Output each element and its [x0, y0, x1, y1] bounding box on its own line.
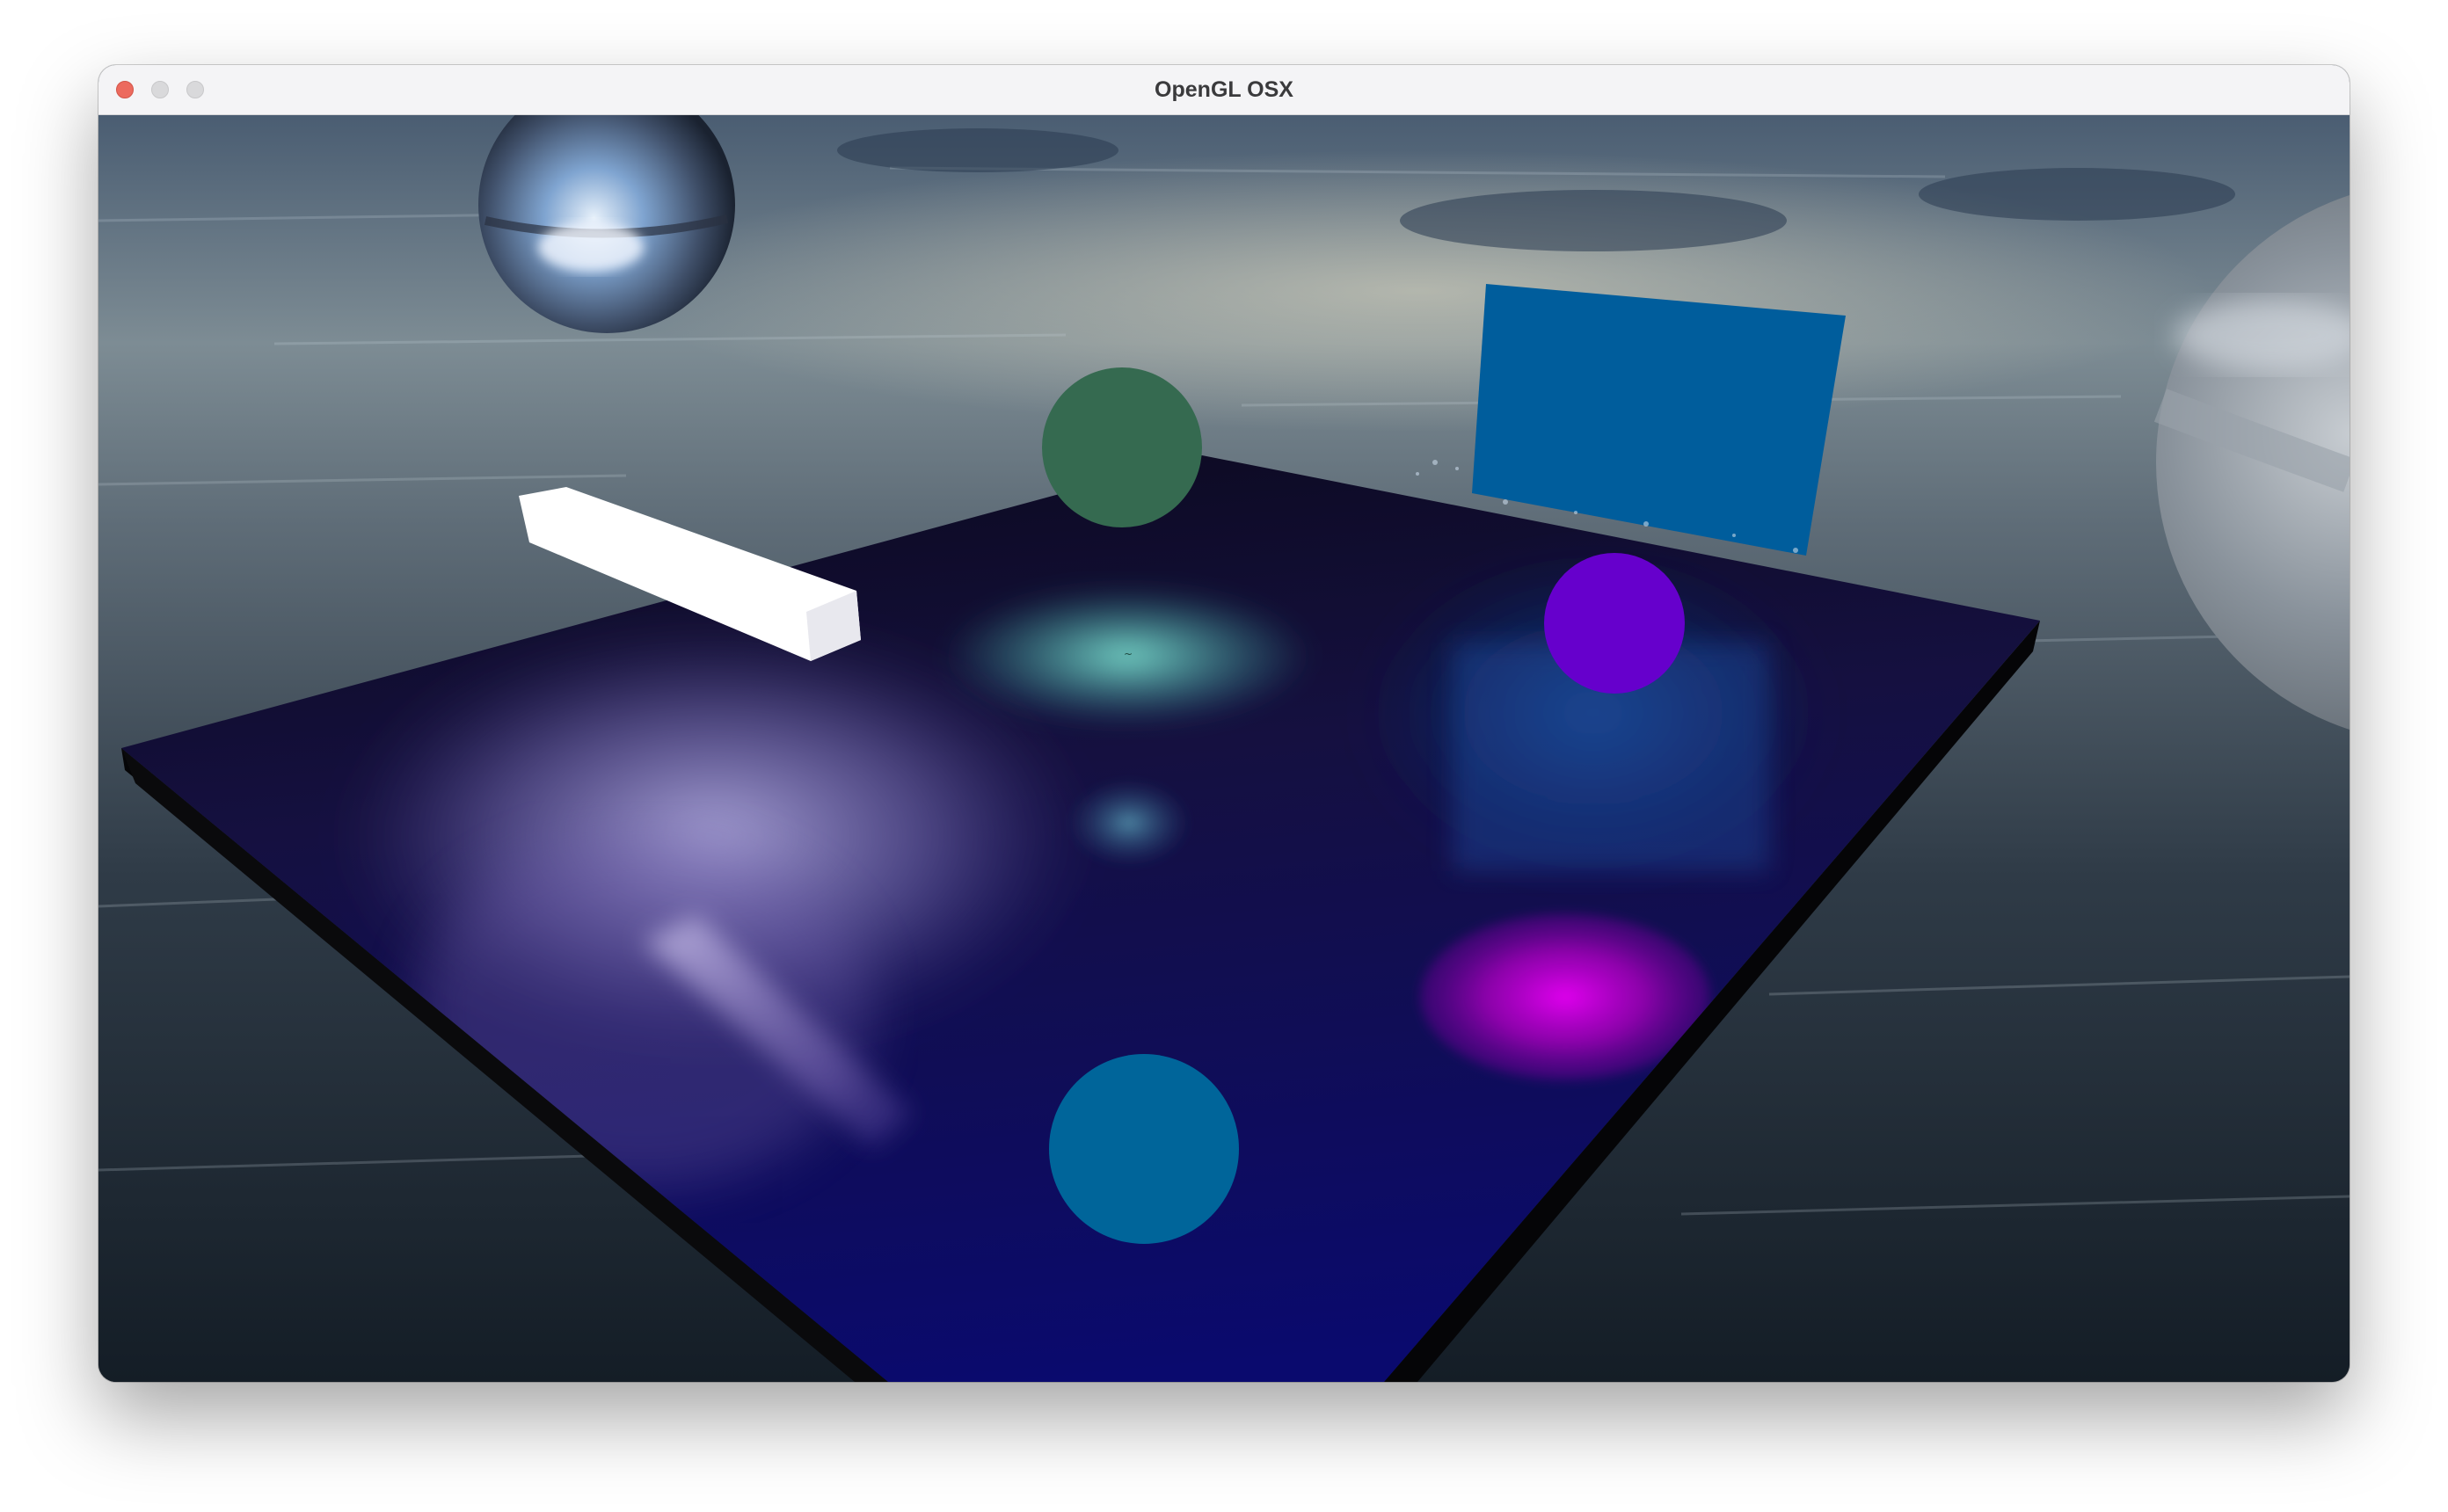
teal-sphere — [1049, 1054, 1239, 1244]
opengl-viewport[interactable]: ~ — [98, 115, 2350, 1382]
window-title: OpenGL OSX — [1155, 77, 1293, 102]
glass-sphere-highlight — [538, 222, 644, 272]
green-sphere — [1042, 367, 1202, 527]
small-teal-glow — [1067, 779, 1191, 867]
purple-sphere — [1544, 553, 1685, 694]
scene-canvas: ~ — [98, 115, 2350, 1382]
app-window: OpenGL OSX ~ — [98, 65, 2350, 1382]
title-bar[interactable]: OpenGL OSX — [98, 65, 2350, 115]
cursor-marker: ~ — [1124, 648, 1133, 660]
